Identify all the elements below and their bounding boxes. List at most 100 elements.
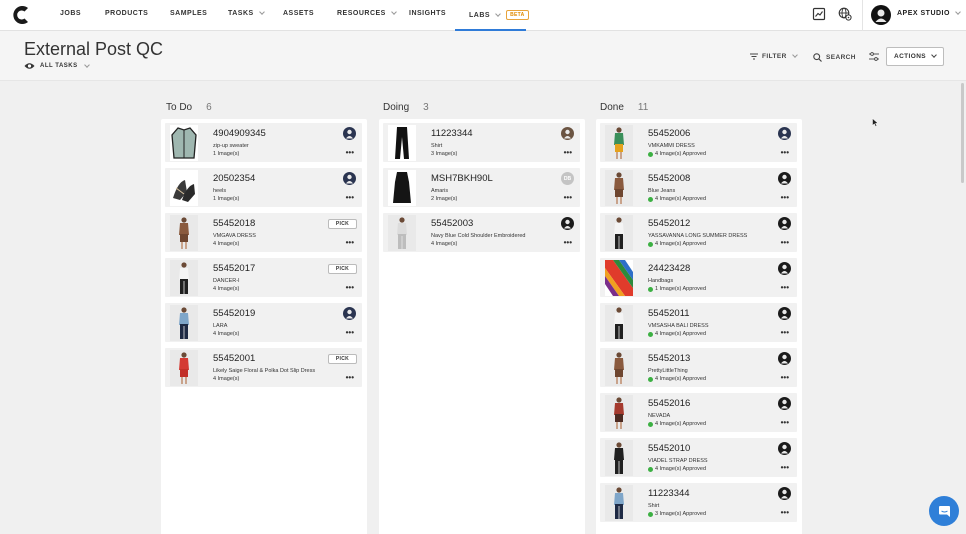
product-id: 11223344 [648,488,690,499]
pick-label: PICK [335,221,350,227]
more-options-icon[interactable]: ••• [781,464,789,472]
actions-button[interactable]: ACTIONS [886,47,944,66]
task-card[interactable]: 11223344 Shirt 3 Image(s) ••• [383,123,580,162]
product-name: LARA [213,323,228,329]
task-card[interactable]: 55452003 Navy Blue Cold Shoulder Embroide… [383,213,580,252]
task-card[interactable]: 11223344 Shirt 3 Image(s) Approved ••• [600,483,797,522]
nav-label: LABS [469,11,491,19]
assignee-avatar[interactable] [778,262,791,275]
globe-settings-icon[interactable] [838,7,852,21]
approved-status-dot [648,241,653,247]
nav-item-assets[interactable]: ASSETS [283,10,314,17]
task-card[interactable]: 55452010 VIADEL STRAP DRESS 4 Image(s) App… [600,438,797,477]
nav-item-samples[interactable]: SAMPLES [170,10,207,17]
search-button[interactable]: SEARCH [813,53,856,62]
more-options-icon[interactable]: ••• [564,239,572,247]
more-options-icon[interactable]: ••• [346,329,354,337]
approved-status-dot [648,511,653,517]
task-card[interactable]: 55452006 VMKAMMI DRESS 4 Image(s) Approved… [600,123,797,162]
assignee-avatar[interactable] [778,397,791,410]
more-options-icon[interactable]: ••• [781,149,789,157]
task-card[interactable]: MSH7BKH90L Amaris 2 Image(s) DB ••• [383,168,580,207]
nav-item-insights[interactable]: INSIGHTS [409,10,446,17]
chevron-down-icon [955,9,961,15]
product-name: VIADEL STRAP DRESS [648,458,708,464]
more-options-icon[interactable]: ••• [781,239,789,247]
chat-support-button[interactable] [929,496,959,526]
more-options-icon[interactable]: ••• [564,194,572,202]
image-count: 4 Image(s) Approved [648,421,706,427]
nav-item-resources[interactable]: RESOURCES [337,9,397,17]
nav-item-tasks[interactable]: TASKS [228,9,265,17]
more-options-icon[interactable]: ••• [781,284,789,292]
more-options-icon[interactable]: ••• [781,329,789,337]
scrollbar-thumb[interactable] [961,83,964,183]
task-card[interactable]: 55452001 Likely Saige Floral & Polka Dot … [165,348,362,387]
task-card[interactable]: 55452008 Blue Jeans 4 Image(s) Approved ••• [600,168,797,207]
studio-avatar[interactable] [871,5,891,25]
task-card[interactable]: 55452017 DANCER-I 4 Image(s) PICK ••• [165,258,362,297]
task-card[interactable]: 20502354 heels 1 Image(s) ••• [165,168,362,207]
pick-button[interactable]: PICK [328,354,357,364]
image-count: 4 Image(s) [213,376,239,382]
more-options-icon[interactable]: ••• [781,419,789,427]
image-count-label: 4 Image(s) Approved [655,466,707,472]
product-thumbnail [605,395,633,431]
image-count: 4 Image(s) Approved [648,241,706,247]
assignee-avatar[interactable] [561,127,574,140]
assignee-avatar[interactable] [778,487,791,500]
more-options-icon[interactable]: ••• [346,194,354,202]
task-card[interactable]: 55452011 VMSASHA BALI DRESS 4 Image(s) App… [600,303,797,342]
sliders-icon[interactable] [869,52,879,61]
more-options-icon[interactable]: ••• [346,374,354,382]
assignee-avatar[interactable] [778,217,791,230]
image-count-label: 4 Image(s) Approved [655,151,707,157]
task-card[interactable]: 55452019 LARA 4 Image(s) ••• [165,303,362,342]
task-card[interactable]: 55452018 VMGAVA DRESS 4 Image(s) PICK ••• [165,213,362,252]
pick-button[interactable]: PICK [328,264,357,274]
assignee-avatar[interactable] [778,307,791,320]
more-options-icon[interactable]: ••• [346,149,354,157]
more-options-icon[interactable]: ••• [781,194,789,202]
filter-button[interactable]: FILTER [750,52,798,60]
more-options-icon[interactable]: ••• [346,239,354,247]
task-card[interactable]: 4904909345 zip-up sweater 1 Image(s) ••• [165,123,362,162]
more-options-icon[interactable]: ••• [346,284,354,292]
approved-status-dot [648,286,653,292]
scrollbar[interactable] [960,83,965,531]
product-thumbnail [388,170,416,206]
assignee-avatar[interactable] [343,127,356,140]
task-card[interactable]: 55452013 PrettyLittleThing 4 Image(s) Appr… [600,348,797,387]
studio-menu[interactable]: APEX STUDIO [897,9,961,17]
product-thumbnail [170,260,198,296]
assignee-avatar[interactable] [343,307,356,320]
more-options-icon[interactable]: ••• [781,509,789,517]
view-selector[interactable]: ALL TASKS [24,61,90,70]
task-card[interactable]: 24423428 Handbags 1 Image(s) Approved ••• [600,258,797,297]
assignee-avatar[interactable] [778,127,791,140]
nav-item-products[interactable]: PRODUCTS [105,10,148,17]
assignee-avatar[interactable] [778,442,791,455]
more-options-icon[interactable]: ••• [781,374,789,382]
task-card[interactable]: 55452016 NEVADA 4 Image(s) Approved ••• [600,393,797,432]
product-thumbnail [170,170,198,206]
product-id: 55452013 [648,353,691,364]
page-header: External Post QC ALL TASKS FILTER SEARCH… [0,31,966,81]
nav-item-labs[interactable]: LABS BETA [469,10,529,20]
nav-label: PRODUCTS [105,10,149,17]
assignee-avatar[interactable] [343,172,356,185]
image-count: 1 Image(s) [213,196,239,202]
nav-item-jobs[interactable]: JOBS [60,10,81,17]
logo-icon[interactable] [12,4,32,26]
product-name: VMSASHA BALI DRESS [648,323,709,329]
task-card[interactable]: 55452012 YASSAVANNA LONG SUMMER DRESS 4 Im… [600,213,797,252]
pick-button[interactable]: PICK [328,219,357,229]
presentation-icon[interactable] [812,7,826,21]
assignee-avatar[interactable]: DB [561,172,574,185]
more-options-icon[interactable]: ••• [564,149,572,157]
assignee-avatar[interactable] [561,217,574,230]
column-header: Doing 3 [383,102,429,113]
product-name: PrettyLittleThing [648,368,688,374]
assignee-avatar[interactable] [778,172,791,185]
assignee-avatar[interactable] [778,352,791,365]
